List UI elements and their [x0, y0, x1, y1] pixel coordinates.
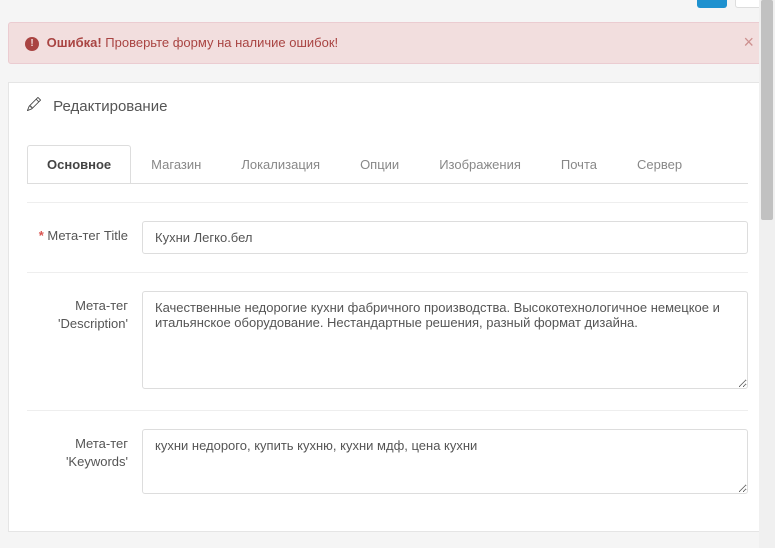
alert-text: Проверьте форму на наличие ошибок!: [102, 35, 338, 50]
tab-5[interactable]: Почта: [541, 145, 617, 183]
save-button[interactable]: [697, 0, 727, 8]
tab-1[interactable]: Магазин: [131, 145, 221, 183]
meta-title-input[interactable]: [142, 221, 748, 254]
scrollbar-thumb[interactable]: [761, 0, 773, 220]
meta-description-input[interactable]: Качественные недорогие кухни фабричного …: [142, 291, 748, 389]
meta-keywords-input[interactable]: кухни недорого, купить кухню, кухни мдф,…: [142, 429, 748, 494]
error-alert: ! Ошибка! Проверьте форму на наличие оши…: [8, 22, 767, 64]
meta-description-group: Мета-тег 'Description' Качественные недо…: [27, 272, 748, 410]
tab-3[interactable]: Опции: [340, 145, 419, 183]
tabs: ОсновноеМагазинЛокализацияОпцииИзображен…: [27, 145, 748, 184]
scrollbar-track[interactable]: [759, 0, 775, 548]
meta-title-group: * Мета-тег Title: [27, 202, 748, 272]
tab-0[interactable]: Основное: [27, 145, 131, 183]
close-icon[interactable]: ×: [743, 33, 754, 51]
meta-keywords-label: Мета-тег 'Keywords': [27, 429, 142, 497]
tab-2[interactable]: Локализация: [221, 145, 340, 183]
alert-bold: Ошибка!: [47, 35, 102, 50]
top-bar: [8, 0, 767, 12]
pencil-icon: [27, 97, 41, 115]
panel-heading: Редактирование: [9, 83, 766, 129]
warning-icon: !: [25, 37, 39, 51]
meta-description-label: Мета-тег 'Description': [27, 291, 142, 392]
meta-keywords-group: Мета-тег 'Keywords' кухни недорого, купи…: [27, 410, 748, 515]
tab-4[interactable]: Изображения: [419, 145, 541, 183]
tab-6[interactable]: Сервер: [617, 145, 702, 183]
panel-title: Редактирование: [53, 98, 167, 115]
meta-title-label: * Мета-тег Title: [27, 221, 142, 254]
edit-panel: Редактирование ОсновноеМагазинЛокализаци…: [8, 82, 767, 532]
